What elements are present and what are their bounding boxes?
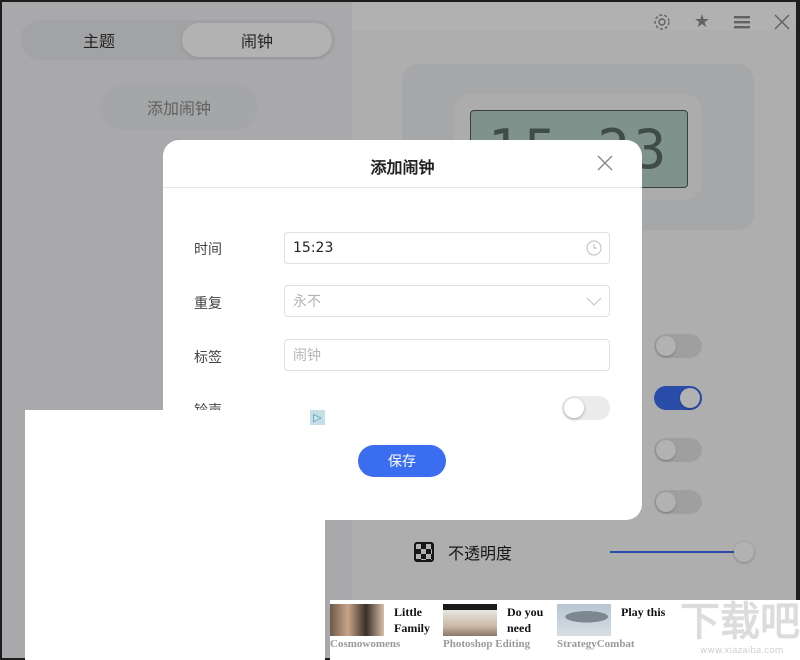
save-button[interactable]: 保存 [358,445,446,477]
watermark-url: www.xiazaiba.com [700,646,784,656]
tag-label: 标签 [194,350,222,366]
repeat-select[interactable]: 永不 [284,285,610,317]
dialog-title: 添加闹钟 [370,158,435,177]
ad-item[interactable]: Play this StrategyCombat [557,602,669,658]
time-value: 15:23 [293,240,334,256]
ad-thumbnail [557,604,611,636]
time-input[interactable]: 15:23 [284,232,610,264]
ad-item[interactable]: Do you need Photoshop Editing [443,602,555,658]
ad-title: Little Family [394,605,430,635]
clock-icon [586,240,602,256]
ad-thumbnail [443,604,497,636]
ad-source: StrategyCombat [557,638,635,650]
ad-item[interactable]: Little Family Cosmowomens [330,602,442,658]
dialog-header: 添加闹钟 [163,140,642,188]
ringtone-toggle[interactable] [562,396,610,420]
tag-input[interactable]: 闹钟 [284,339,610,371]
ad-title: Play this [621,605,666,619]
time-label: 时间 [194,242,222,258]
ad-source: Cosmowomens [330,638,401,650]
adchoices-icon[interactable]: ▷ [310,410,325,425]
tag-placeholder: 闹钟 [293,348,321,364]
close-icon[interactable] [596,154,614,172]
toggle-knob [564,398,584,418]
chevron-down-icon [586,293,602,309]
ad-banner[interactable] [25,410,325,660]
repeat-value: 永不 [293,294,321,310]
ad-title: Do you need [507,605,544,635]
repeat-label: 重复 [194,296,222,312]
ad-thumbnail [330,604,384,636]
ad-source: Photoshop Editing [443,638,531,650]
